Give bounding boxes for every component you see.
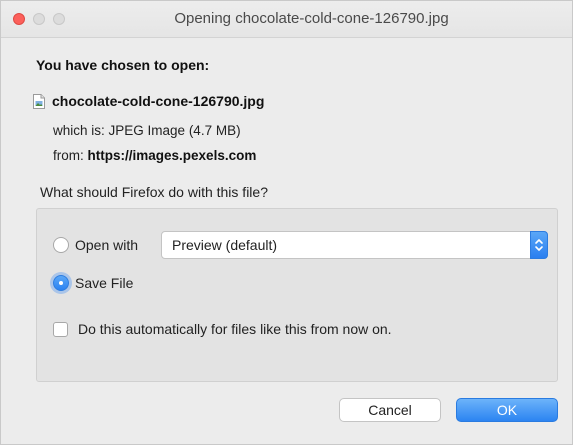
file-row: chocolate-cold-cone-126790.jpg xyxy=(33,93,264,109)
action-options-panel: Open with Preview (default) Save File Do… xyxy=(36,208,558,382)
save-file-radio[interactable] xyxy=(53,275,69,291)
save-file-option[interactable]: Save File xyxy=(53,275,133,291)
file-source-label: from: xyxy=(53,148,84,163)
cancel-button[interactable]: Cancel xyxy=(339,398,441,422)
file-name: chocolate-cold-cone-126790.jpg xyxy=(52,93,265,109)
ok-button[interactable]: OK xyxy=(456,398,558,422)
application-select[interactable]: Preview (default) xyxy=(161,231,548,259)
action-question: What should Firefox do with this file? xyxy=(40,184,268,200)
window-title: Opening chocolate-cold-cone-126790.jpg xyxy=(174,10,449,27)
save-file-label[interactable]: Save File xyxy=(75,275,133,291)
application-select-value: Preview (default) xyxy=(172,237,278,253)
open-with-label[interactable]: Open with xyxy=(75,237,138,253)
file-type-row: which is: JPEG Image (4.7 MB) xyxy=(53,123,241,138)
download-dialog-window: Opening chocolate-cold-cone-126790.jpg Y… xyxy=(0,0,573,445)
select-chevron-icon[interactable] xyxy=(530,231,548,259)
file-type-label: which is: xyxy=(53,123,105,138)
dialog-heading: You have chosen to open: xyxy=(36,57,210,73)
auto-action-checkbox[interactable] xyxy=(53,321,68,337)
file-source-value: https://images.pexels.com xyxy=(87,148,257,163)
auto-action-option[interactable]: Do this automatically for files like thi… xyxy=(53,321,392,337)
auto-action-label[interactable]: Do this automatically for files like thi… xyxy=(78,321,392,337)
open-with-radio[interactable] xyxy=(53,237,69,253)
title-bar[interactable]: Opening chocolate-cold-cone-126790.jpg xyxy=(1,1,572,38)
file-type-value: JPEG Image (4.7 MB) xyxy=(108,123,241,138)
image-file-icon xyxy=(33,93,45,109)
file-source-row: from: https://images.pexels.com xyxy=(53,148,256,163)
open-with-option[interactable]: Open with xyxy=(53,237,138,253)
